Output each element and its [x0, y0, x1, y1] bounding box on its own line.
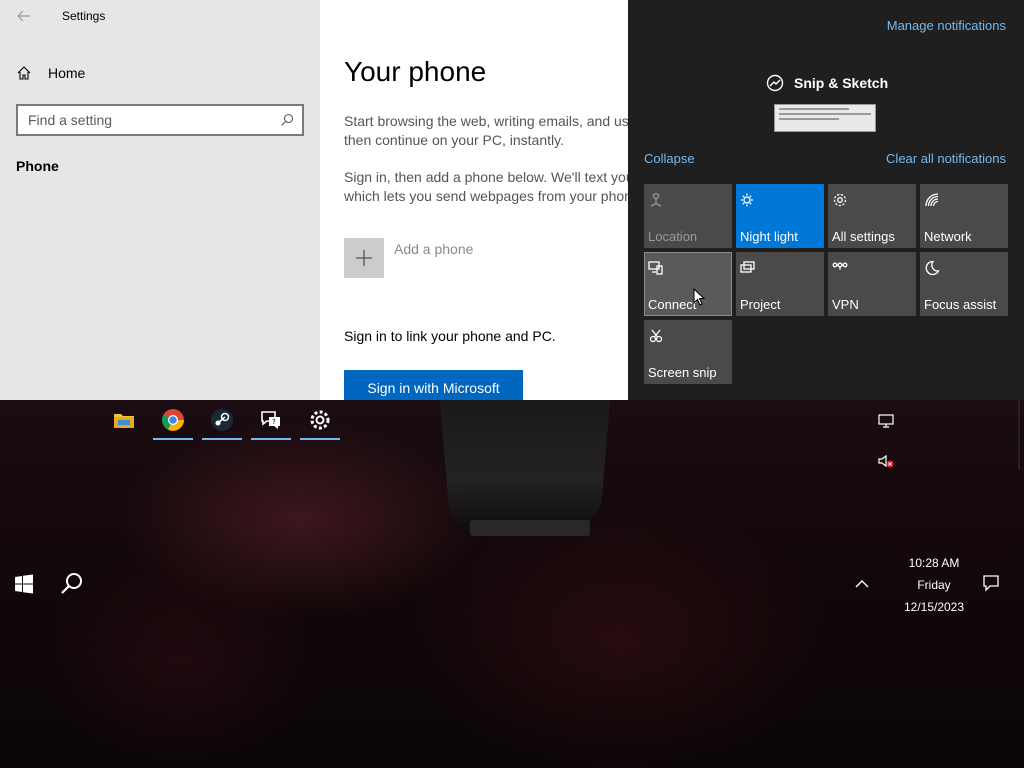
taskbar-steam[interactable] [198, 400, 246, 440]
tile-all-settings[interactable]: All settings [828, 184, 916, 248]
night-light-icon [740, 192, 756, 208]
signin-text: Sign in to link your phone and PC. [344, 328, 556, 344]
home-icon [17, 66, 31, 80]
sidebar-item-home-label: Home [48, 65, 86, 81]
clock-day: Friday [917, 578, 951, 592]
tile-label: Connect [648, 297, 697, 312]
tile-vpn[interactable]: VPN [828, 252, 916, 316]
tile-label: Focus assist [924, 297, 997, 312]
clear-all-notifications-link[interactable]: Clear all notifications [886, 151, 1006, 166]
settings-sidebar: Settings Home Phone [0, 0, 320, 400]
tile-label: Project [740, 297, 781, 312]
connect-icon [648, 260, 664, 276]
tile-label: VPN [832, 297, 859, 312]
intro-text-line: Start browsing the web, writing emails, … [344, 113, 628, 129]
action-center-icon[interactable] [982, 574, 1000, 592]
network-icon [924, 192, 940, 208]
start-windows-icon[interactable] [14, 574, 34, 594]
manage-notifications-link[interactable]: Manage notifications [887, 18, 1006, 33]
plus-icon [356, 250, 372, 266]
search-box[interactable] [16, 104, 304, 136]
taskbar-get-help[interactable]: ? [247, 400, 295, 440]
snip-sketch-icon [766, 74, 784, 92]
tile-screen-snip[interactable]: Screen snip [644, 320, 732, 384]
desktop-background [0, 400, 1024, 768]
sidebar-item-phone[interactable]: Phone [16, 158, 59, 174]
tile-label: Screen snip [648, 365, 717, 380]
steam-icon [211, 409, 233, 431]
location-icon [648, 192, 664, 208]
screen-snip-icon [648, 328, 664, 344]
tile-location[interactable]: Location [644, 184, 732, 248]
search-icon [281, 113, 294, 126]
taskbar-clock[interactable]: 10:28 AM Friday 12/15/2023 [898, 552, 970, 618]
intro-text: Start browsing the web, writing emails, … [344, 112, 628, 150]
tile-project[interactable]: Project [736, 252, 824, 316]
window-title: Settings [62, 9, 106, 23]
project-icon [740, 260, 756, 276]
quick-actions-grid: Location Night light All settings Networ… [644, 184, 1008, 384]
settings-content: Your phone Start browsing the web, writi… [344, 0, 628, 400]
settings-window: Settings Home Phone Your phone Start bro… [0, 0, 628, 400]
signin-microsoft-button[interactable]: Sign in with Microsoft [344, 370, 523, 400]
add-phone-label: Add a phone [394, 241, 474, 257]
wallpaper-object-ring [470, 520, 590, 536]
notification-app-name: Snip & Sketch [794, 75, 889, 91]
moon-icon [924, 260, 940, 276]
instructions-text-line: which lets you send webpages from your p… [344, 188, 628, 204]
tile-label: Location [648, 229, 698, 244]
tile-night-light[interactable]: Night light [736, 184, 824, 248]
wallpaper-object [440, 400, 610, 530]
taskbar-settings[interactable] [296, 400, 344, 440]
back-arrow-icon[interactable] [16, 8, 32, 24]
svg-text:?: ? [272, 418, 276, 426]
tile-focus-assist[interactable]: Focus assist [920, 252, 1008, 316]
page-title: Your phone [344, 56, 487, 87]
help-icon: ? [261, 411, 280, 429]
action-center: Manage notifications Snip & Sketch Colla… [628, 0, 1024, 400]
taskbar-file-explorer[interactable] [100, 400, 148, 440]
tile-label: Night light [740, 229, 798, 244]
vpn-icon [832, 260, 848, 276]
volume-muted-icon[interactable] [877, 452, 895, 470]
clock-date: 12/15/2023 [903, 600, 965, 614]
chevron-up-icon[interactable] [854, 576, 870, 592]
gear-icon [832, 192, 848, 208]
taskbar-apps: ? [100, 400, 344, 440]
instructions-text: Sign in, then add a phone below. We'll t… [344, 168, 628, 206]
instructions-text-line: Sign in, then add a phone below. We'll t… [344, 169, 628, 185]
tile-network[interactable]: Network [920, 184, 1008, 248]
intro-text-line: then continue on your PC, instantly. [344, 132, 564, 148]
notification-thumbnail[interactable] [774, 104, 876, 132]
divider [1018, 400, 1020, 470]
clock-time: 10:28 AM [908, 556, 960, 570]
network-tray-icon[interactable] [877, 412, 895, 430]
taskbar-search-icon[interactable] [60, 572, 84, 596]
tile-label: All settings [832, 229, 895, 244]
chrome-icon [162, 409, 184, 431]
gear-icon [310, 410, 330, 430]
notification-group-header[interactable]: Snip & Sketch [766, 74, 888, 92]
collapse-link[interactable]: Collapse [644, 151, 695, 166]
tile-connect[interactable]: Connect [644, 252, 732, 316]
add-phone-row[interactable]: Add a phone [344, 238, 473, 278]
mouse-cursor-icon [693, 288, 705, 306]
add-phone-button[interactable] [344, 238, 384, 278]
search-input[interactable] [28, 112, 280, 128]
sidebar-item-home[interactable]: Home [16, 63, 85, 83]
taskbar-chrome[interactable] [149, 400, 197, 440]
tile-label: Network [924, 229, 972, 244]
folder-icon [114, 414, 134, 428]
